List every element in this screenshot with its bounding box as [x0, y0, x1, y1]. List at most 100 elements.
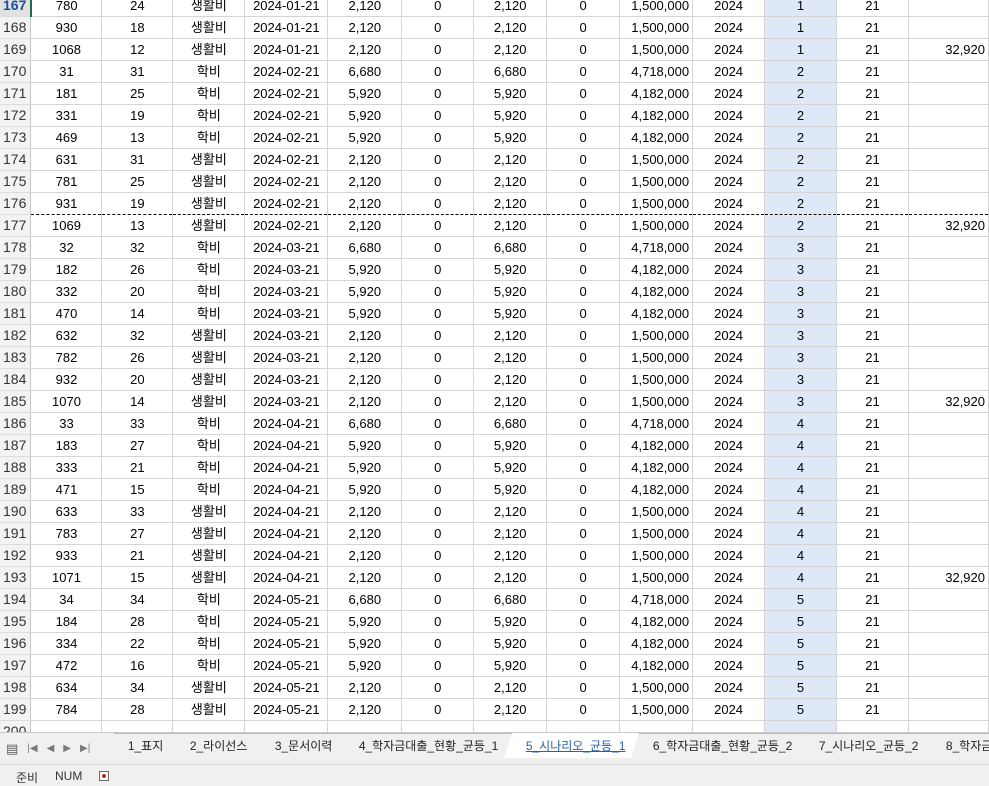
cell[interactable]: 2024 [692, 302, 766, 325]
cell[interactable]: 학비 [172, 258, 246, 281]
cell[interactable]: 2024 [692, 456, 766, 479]
cell[interactable]: 0 [401, 38, 475, 61]
cell[interactable]: 2024 [692, 148, 766, 171]
cell[interactable]: 0 [401, 148, 475, 171]
cell[interactable]: 1,500,000 [619, 698, 694, 721]
cell[interactable]: 0 [401, 544, 475, 567]
cell[interactable]: 학비 [172, 588, 246, 611]
cell[interactable] [908, 720, 989, 732]
cell[interactable]: 0 [401, 324, 475, 347]
row-header[interactable]: 176 [0, 192, 32, 215]
cell[interactable]: 0 [546, 456, 621, 479]
cell[interactable]: 0 [546, 236, 621, 259]
cell[interactable]: 472 [30, 654, 103, 677]
row-header[interactable]: 193 [0, 566, 32, 589]
cell[interactable]: 184 [30, 610, 103, 633]
cell[interactable]: 2024-02-21 [244, 214, 329, 237]
cell[interactable]: 2024-04-21 [244, 456, 329, 479]
cell[interactable]: 생활비 [172, 0, 246, 17]
cell[interactable]: 6,680 [473, 588, 548, 611]
cell[interactable]: 21 [836, 676, 909, 699]
row-header[interactable]: 200 [0, 720, 32, 732]
cell[interactable]: 0 [546, 38, 621, 61]
cell[interactable]: 2,120 [473, 214, 548, 237]
cell[interactable]: 3 [764, 280, 837, 303]
cell[interactable]: 2024 [692, 566, 766, 589]
cell[interactable]: 5,920 [327, 302, 403, 325]
cell[interactable]: 183 [30, 434, 103, 457]
row-header[interactable]: 175 [0, 170, 32, 193]
cell[interactable]: 0 [401, 0, 475, 17]
cell[interactable]: 1,500,000 [619, 544, 694, 567]
cell[interactable]: 학비 [172, 302, 246, 325]
row-header[interactable]: 199 [0, 698, 32, 721]
cell[interactable]: 0 [401, 192, 475, 215]
cell[interactable]: 생활비 [172, 38, 246, 61]
cell[interactable]: 0 [401, 434, 475, 457]
cell[interactable]: 21 [836, 104, 909, 127]
cell[interactable]: 학비 [172, 632, 246, 655]
row-header[interactable]: 186 [0, 412, 32, 435]
cell[interactable]: 5,920 [327, 126, 403, 149]
cell[interactable] [908, 632, 989, 655]
cell[interactable]: 21 [836, 82, 909, 105]
cell[interactable]: 2024 [692, 368, 766, 391]
row-header[interactable]: 179 [0, 258, 32, 281]
cell[interactable]: 6,680 [327, 588, 403, 611]
cell[interactable]: 2024-02-21 [244, 60, 329, 83]
cell[interactable]: 2024-03-21 [244, 324, 329, 347]
cell[interactable]: 2024-03-21 [244, 302, 329, 325]
cell[interactable]: 2,120 [327, 500, 403, 523]
cell[interactable]: 21 [836, 390, 909, 413]
cell[interactable]: 5,920 [473, 610, 548, 633]
cell[interactable]: 32,920 [908, 38, 989, 61]
row-header[interactable]: 198 [0, 676, 32, 699]
cell[interactable]: 2024-05-21 [244, 588, 329, 611]
cell[interactable]: 0 [401, 478, 475, 501]
cell[interactable]: 19 [101, 104, 174, 127]
cell[interactable]: 0 [546, 676, 621, 699]
cell[interactable]: 2024-02-21 [244, 126, 329, 149]
cell[interactable]: 2,120 [327, 324, 403, 347]
cell[interactable]: 2,120 [327, 544, 403, 567]
cell[interactable]: 6,680 [473, 60, 548, 83]
cell[interactable]: 4,718,000 [619, 412, 694, 435]
cell[interactable]: 2024-04-21 [244, 478, 329, 501]
cell[interactable]: 332 [30, 280, 103, 303]
cell[interactable]: 4 [764, 478, 837, 501]
cell[interactable]: 2024 [692, 280, 766, 303]
sheet-tab[interactable]: 4_학자금대출_현황_균등_1 [337, 733, 520, 758]
cell[interactable]: 0 [401, 82, 475, 105]
cell[interactable]: 4,182,000 [619, 302, 694, 325]
cell[interactable]: 0 [401, 16, 475, 39]
cell[interactable]: 21 [836, 456, 909, 479]
cell[interactable]: 1 [764, 0, 837, 17]
sheet-tab[interactable]: 7_시나리오_균등_2 [796, 733, 940, 758]
cell[interactable]: 0 [546, 0, 621, 17]
cell[interactable] [546, 720, 621, 732]
cell[interactable]: 2,120 [473, 676, 548, 699]
row-header[interactable]: 173 [0, 126, 32, 149]
cell[interactable]: 2,120 [327, 346, 403, 369]
cell[interactable]: 1,500,000 [619, 170, 694, 193]
cell[interactable]: 0 [546, 588, 621, 611]
row-header[interactable]: 177 [0, 214, 32, 237]
cell[interactable]: 4,182,000 [619, 82, 694, 105]
cell[interactable]: 13 [101, 214, 174, 237]
cell[interactable]: 331 [30, 104, 103, 127]
cell[interactable]: 4 [764, 500, 837, 523]
cell[interactable]: 25 [101, 82, 174, 105]
cell[interactable]: 2,120 [473, 698, 548, 721]
cell[interactable]: 0 [401, 676, 475, 699]
cell[interactable] [908, 302, 989, 325]
cell[interactable]: 0 [401, 698, 475, 721]
cell[interactable]: 2024-04-21 [244, 544, 329, 567]
cell[interactable]: 학비 [172, 456, 246, 479]
cell[interactable] [908, 280, 989, 303]
cell[interactable]: 0 [546, 632, 621, 655]
cell[interactable]: 2024 [692, 390, 766, 413]
cell[interactable]: 6,680 [327, 60, 403, 83]
cell[interactable]: 33 [101, 412, 174, 435]
first-sheet-icon[interactable]: |◀ [27, 741, 37, 757]
cell[interactable]: 933 [30, 544, 103, 567]
